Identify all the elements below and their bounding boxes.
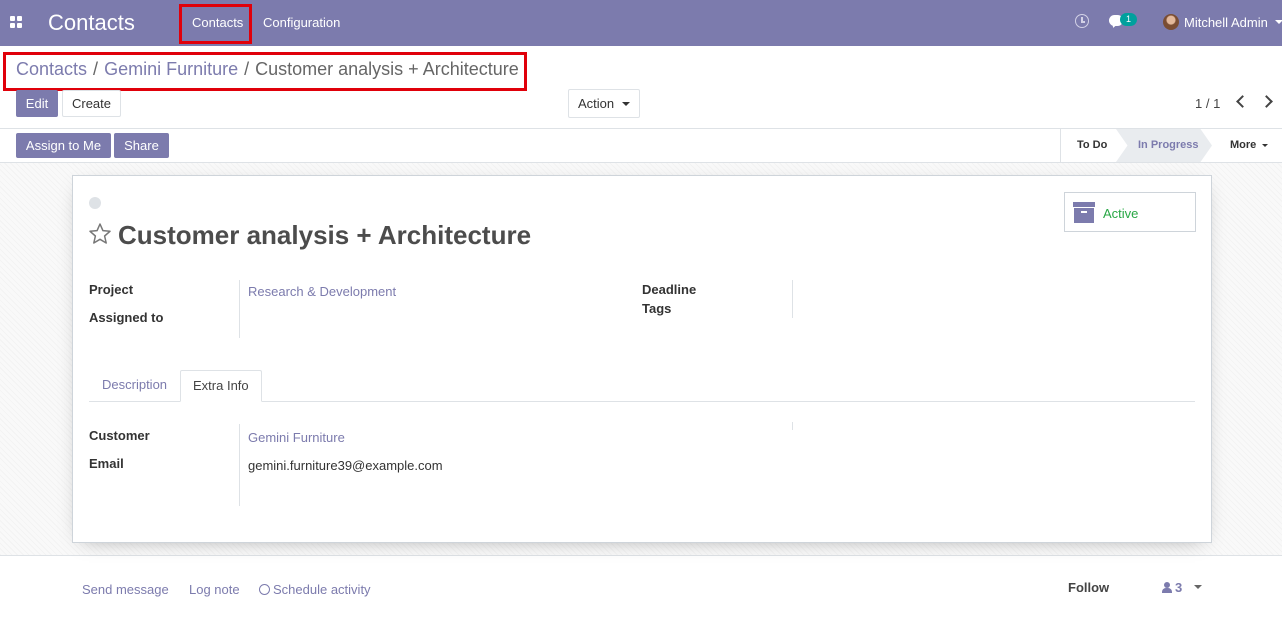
field-divider — [239, 280, 240, 338]
stage-in-progress[interactable]: In Progress — [1116, 129, 1212, 162]
menu-item-configuration[interactable]: Configuration — [263, 15, 340, 30]
user-menu[interactable]: Mitchell Admin — [1184, 15, 1268, 30]
assign-to-me-button[interactable]: Assign to Me — [16, 133, 111, 158]
tab-extra-info[interactable]: Extra Info — [180, 370, 262, 402]
followers-user-icon[interactable] — [1162, 582, 1172, 593]
field-divider — [239, 424, 240, 506]
clock-icon — [259, 584, 270, 595]
pager-value[interactable]: 1 / 1 — [1195, 96, 1220, 111]
stage-to-do[interactable]: To Do — [1060, 129, 1116, 162]
project-value[interactable]: Research & Development — [248, 284, 396, 299]
apps-menu-icon[interactable] — [10, 16, 23, 29]
email-value[interactable]: gemini.furniture39@example.com — [248, 458, 443, 473]
tags-label: Tags — [642, 301, 672, 316]
stage-selector: To Do In Progress More — [1060, 129, 1282, 162]
user-avatar[interactable] — [1163, 14, 1179, 30]
customer-label: Customer — [89, 428, 150, 443]
messaging-badge: 1 — [1120, 13, 1137, 26]
follow-button[interactable]: Follow — [1068, 580, 1109, 595]
field-divider — [792, 280, 793, 318]
email-label: Email — [89, 456, 124, 471]
log-note-button[interactable]: Log note — [189, 582, 240, 597]
schedule-activity-button[interactable]: Schedule activity — [259, 582, 371, 597]
deadline-label: Deadline — [642, 282, 697, 297]
user-caret-icon[interactable] — [1275, 20, 1282, 24]
schedule-activity-label: Schedule activity — [273, 582, 371, 597]
more-caret-icon[interactable] — [1262, 144, 1268, 147]
share-button[interactable]: Share — [114, 133, 169, 158]
customer-value[interactable]: Gemini Furniture — [248, 430, 345, 445]
highlight-box-breadcrumb — [3, 52, 527, 91]
create-button[interactable]: Create — [62, 90, 121, 117]
active-toggle-button[interactable]: Active — [1064, 192, 1196, 232]
pager-previous-icon[interactable] — [1236, 95, 1249, 108]
task-title: Customer analysis + Architecture — [118, 220, 532, 250]
active-label: Active — [1103, 206, 1139, 221]
action-label: Action — [578, 96, 615, 111]
edit-button[interactable]: Edit — [16, 90, 58, 117]
field-divider — [792, 422, 793, 430]
archive-box-icon — [1073, 202, 1095, 223]
action-dropdown[interactable]: Action — [568, 89, 640, 118]
activity-clock-icon[interactable] — [1075, 14, 1089, 28]
action-caret-icon — [622, 102, 630, 106]
pager-next-icon[interactable] — [1260, 95, 1273, 108]
highlight-box-contacts-menu — [179, 4, 252, 44]
assigned-to-label: Assigned to — [89, 310, 164, 325]
tab-description[interactable]: Description — [90, 370, 179, 402]
stage-more-dropdown[interactable]: More — [1230, 129, 1282, 162]
send-message-button[interactable]: Send message — [82, 582, 169, 597]
followers-count[interactable]: 3 — [1175, 580, 1182, 595]
kanban-state-icon[interactable] — [89, 197, 101, 209]
app-title[interactable]: Contacts — [48, 10, 135, 36]
followers-caret-icon[interactable] — [1194, 585, 1202, 589]
priority-star-icon[interactable] — [88, 222, 112, 246]
project-label: Project — [89, 282, 134, 297]
